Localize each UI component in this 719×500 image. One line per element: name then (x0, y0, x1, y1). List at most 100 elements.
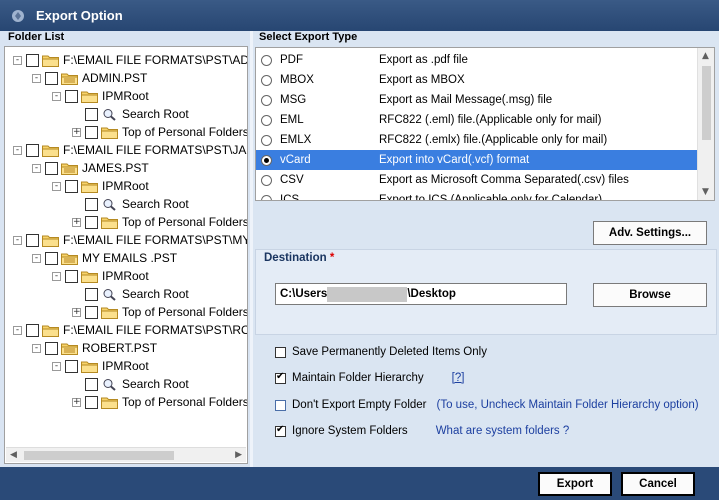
tree-node-checkbox[interactable] (26, 53, 39, 67)
option-dont-export-empty[interactable]: Don't Export Empty Folder (To use, Unche… (275, 397, 699, 413)
window-title: Export Option (36, 8, 123, 23)
tree-node-checkbox[interactable] (65, 179, 78, 193)
adv-settings-button[interactable]: Adv. Settings... (593, 221, 707, 245)
cancel-button[interactable]: Cancel (621, 472, 695, 496)
folder-icon (101, 216, 122, 229)
export-type-row[interactable]: MSG Export as Mail Message(.msg) file (256, 90, 697, 110)
tree-node[interactable]: - IPMRoot (52, 177, 149, 195)
tree-node[interactable]: - F:\EMAIL FILE FORMATS\PST\JAMES.PST (13, 141, 247, 159)
collapse-icon[interactable]: - (13, 55, 22, 65)
maintain-hierarchy-checkbox[interactable] (275, 371, 286, 384)
collapse-icon[interactable]: - (13, 235, 22, 245)
collapse-icon[interactable]: - (52, 361, 61, 371)
tree-node-checkbox[interactable] (65, 269, 78, 283)
ignore-system-checkbox[interactable] (275, 424, 286, 437)
export-type-radio[interactable] (261, 154, 272, 166)
tree-node-checkbox[interactable] (85, 107, 98, 121)
tree-node-checkbox[interactable] (85, 377, 98, 391)
scroll-left-icon[interactable]: ◀ (10, 450, 17, 460)
save-deleted-checkbox[interactable] (275, 346, 286, 358)
expand-icon[interactable]: + (72, 127, 81, 137)
collapse-icon[interactable]: - (32, 253, 41, 263)
tree-node[interactable]: + Top of Personal Folders (72, 123, 248, 141)
tree-node[interactable]: + Top of Personal Folders (72, 213, 247, 231)
tree-node[interactable]: - MY EMAILS .PST (32, 249, 177, 267)
collapse-icon[interactable]: - (13, 325, 22, 335)
tree-node[interactable]: - F:\EMAIL FILE FORMATS\PST\MY EMAILS .PS… (13, 231, 247, 249)
horizontal-scrollbar[interactable]: ◀ ▶ (6, 447, 246, 462)
collapse-icon[interactable]: - (52, 91, 61, 101)
tree-node[interactable]: Search Root (72, 195, 189, 213)
export-type-row[interactable]: CSV Export as Microsoft Comma Separated(.… (256, 170, 697, 190)
tree-node-checkbox[interactable] (85, 305, 98, 319)
tree-node-checkbox[interactable] (85, 287, 98, 301)
tree-node[interactable]: + Top of Personal Folders (72, 303, 247, 321)
collapse-icon[interactable]: - (32, 73, 41, 83)
collapse-icon[interactable]: - (32, 163, 41, 173)
scroll-down-icon[interactable]: ▼ (702, 187, 709, 197)
collapse-icon[interactable]: - (32, 343, 41, 353)
export-type-radio[interactable] (261, 74, 272, 86)
tree-node-checkbox[interactable] (45, 161, 58, 175)
destination-path-input[interactable]: C:\Users \Desktop (275, 283, 567, 305)
tree-node-checkbox[interactable] (65, 89, 78, 103)
tree-node[interactable]: - ROBERT.PST (32, 339, 157, 357)
export-type-row[interactable]: vCard Export into vCard(.vcf) format (256, 150, 697, 170)
tree-node[interactable]: - IPMRoot (52, 357, 149, 375)
expand-icon[interactable]: + (72, 307, 81, 317)
export-type-radio[interactable] (261, 174, 272, 186)
tree-node[interactable]: Search Root (72, 105, 189, 123)
export-type-description: Export as Mail Message(.msg) file (379, 94, 553, 106)
export-type-radio[interactable] (261, 194, 272, 200)
tree-node[interactable]: - F:\EMAIL FILE FORMATS\PST\ADMIN.PST (13, 51, 247, 69)
browse-button[interactable]: Browse (593, 283, 707, 307)
option-maintain-hierarchy[interactable]: Maintain Folder Hierarchy [?] (275, 370, 464, 386)
export-button[interactable]: Export (538, 472, 612, 496)
vertical-scrollbar[interactable]: ▲ ▼ (697, 48, 714, 200)
help-link[interactable]: [?] (452, 372, 465, 384)
scrollbar-thumb[interactable] (24, 451, 174, 460)
export-type-row[interactable]: MBOX Export as MBOX (256, 70, 697, 90)
expand-icon[interactable]: + (72, 397, 81, 407)
tree-node[interactable]: Search Root (72, 285, 189, 303)
option-save-deleted[interactable]: Save Permanently Deleted Items Only (275, 344, 487, 360)
tree-node-checkbox[interactable] (85, 197, 98, 211)
export-type-radio[interactable] (261, 94, 272, 106)
tree-node[interactable]: + Top of Personal Folders (72, 393, 247, 411)
option-ignore-system[interactable]: Ignore System Folders What are system fo… (275, 423, 569, 439)
tree-node-checkbox[interactable] (45, 71, 58, 85)
tree-node-checkbox[interactable] (85, 125, 98, 139)
export-type-radio[interactable] (261, 134, 272, 146)
tree-node-label: Top of Personal Folders (122, 125, 248, 139)
tree-node[interactable]: - JAMES.PST (32, 159, 149, 177)
tree-node-checkbox[interactable] (26, 143, 39, 157)
tree-node[interactable]: - F:\EMAIL FILE FORMATS\PST\ROBERT.PST (13, 321, 247, 339)
tree-node-checkbox[interactable] (85, 215, 98, 229)
tree-node-label: IPMRoot (102, 359, 149, 373)
tree-node-checkbox[interactable] (26, 233, 39, 247)
tree-node-checkbox[interactable] (85, 395, 98, 409)
tree-node[interactable]: - IPMRoot (52, 87, 149, 105)
scrollbar-thumb[interactable] (702, 66, 711, 140)
tree-node-checkbox[interactable] (65, 359, 78, 373)
tree-node[interactable]: Search Root (72, 375, 189, 393)
system-folders-link[interactable]: What are system folders ? (436, 425, 570, 437)
export-type-row[interactable]: EMLX RFC822 (.emlx) file.(Applicable only… (256, 130, 697, 150)
collapse-icon[interactable]: - (52, 181, 61, 191)
export-type-row[interactable]: EML RFC822 (.eml) file.(Applicable only f… (256, 110, 697, 130)
tree-node-checkbox[interactable] (45, 341, 58, 355)
collapse-icon[interactable]: - (13, 145, 22, 155)
scroll-right-icon[interactable]: ▶ (235, 450, 242, 460)
scroll-up-icon[interactable]: ▲ (702, 51, 709, 61)
tree-node-checkbox[interactable] (26, 323, 39, 337)
export-type-row[interactable]: PDF Export as .pdf file (256, 50, 697, 70)
export-type-radio[interactable] (261, 114, 272, 126)
dont-export-empty-checkbox[interactable] (275, 399, 286, 411)
export-type-radio[interactable] (261, 54, 272, 66)
expand-icon[interactable]: + (72, 217, 81, 227)
collapse-icon[interactable]: - (52, 271, 61, 281)
tree-node[interactable]: - ADMIN.PST (32, 69, 147, 87)
tree-node[interactable]: - IPMRoot (52, 267, 149, 285)
tree-node-checkbox[interactable] (45, 251, 58, 265)
export-type-row[interactable]: ICS Export to ICS (Applicable only for Ca… (256, 190, 697, 200)
